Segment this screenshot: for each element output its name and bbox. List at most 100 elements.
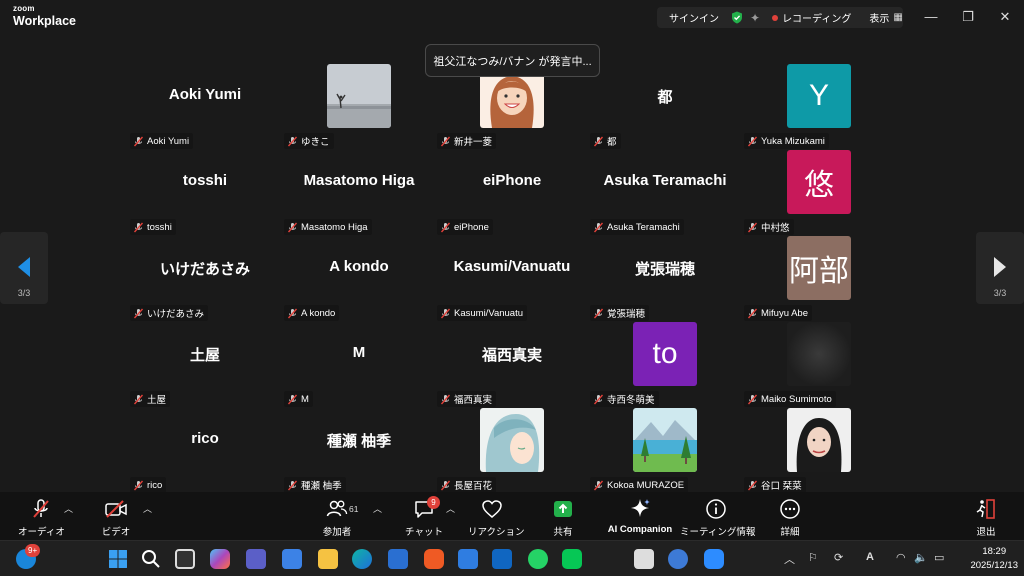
participant-name-label: Yuka Mizukami: [744, 133, 829, 149]
minimize-button[interactable]: —: [922, 8, 940, 26]
participant-tile[interactable]: Aoki Yumi Aoki Yumi: [130, 64, 280, 150]
mic-muted-icon: [593, 480, 604, 490]
ai-sparkle-icon[interactable]: ✦: [750, 11, 760, 25]
task-view-icon[interactable]: [175, 549, 195, 569]
mic-muted-icon: [747, 222, 758, 232]
mic-muted-icon: [593, 308, 604, 318]
mic-muted-icon: [287, 394, 298, 404]
video-label: ビデオ: [101, 527, 131, 538]
video-button[interactable]: ビデオ: [95, 498, 137, 538]
participant-avatar-photo: [633, 408, 697, 472]
participant-name: 谷口 栞菜: [761, 481, 802, 492]
participant-tile[interactable]: 福西真実 福西真実: [437, 322, 587, 408]
participant-tile[interactable]: MM: [284, 322, 434, 408]
tray-sync-icon[interactable]: ⟳: [834, 551, 843, 564]
participant-tile[interactable]: Maiko Sumimoto: [744, 322, 894, 408]
participant-tile[interactable]: eiPhone eiPhone: [437, 150, 587, 236]
app-orange-icon[interactable]: [424, 549, 444, 569]
participant-tile[interactable]: 土屋 土屋: [130, 322, 280, 408]
close-button[interactable]: ✕: [996, 8, 1014, 26]
participant-tile[interactable]: A kondo A kondo: [284, 236, 434, 322]
participants-icon: [326, 500, 348, 517]
more-button[interactable]: 詳細: [775, 498, 805, 538]
zoom-taskbar-icon[interactable]: [704, 549, 724, 569]
volume-icon[interactable]: 🔈: [914, 551, 928, 564]
participant-tile[interactable]: 阿部 Mifuyu Abe: [744, 236, 894, 322]
encryption-shield-icon[interactable]: [731, 11, 743, 24]
whatsapp-icon[interactable]: [528, 549, 548, 569]
active-speaker-toast: 祖父江なつみ/バナン が発言中...: [425, 44, 600, 77]
recording-dot-icon: [772, 14, 779, 21]
participant-tile[interactable]: 悠中村悠: [744, 150, 894, 236]
copilot-icon[interactable]: [210, 549, 230, 569]
audio-button[interactable]: オーディオ: [18, 498, 65, 538]
battery-icon[interactable]: ▭: [934, 551, 944, 564]
ime-indicator[interactable]: A: [866, 551, 874, 563]
participant-tile[interactable]: Kokoa MURAZOE: [590, 408, 740, 494]
ai-companion-button[interactable]: AI Companion: [604, 498, 676, 536]
video-options-caret-icon[interactable]: ︿: [143, 502, 152, 515]
ai-companion-label: AI Companion: [607, 524, 673, 535]
recording-status[interactable]: レコーディング: [782, 10, 851, 25]
store-icon[interactable]: [388, 549, 408, 569]
participant-tile[interactable]: to 寺西冬萌美: [590, 322, 740, 408]
system-clock[interactable]: 18:29 2025/12/13: [970, 545, 1018, 573]
participant-tile[interactable]: rico rico: [130, 408, 280, 494]
outlook-icon[interactable]: [492, 549, 512, 569]
participant-tile[interactable]: ゆきこ: [284, 64, 434, 150]
tray-overflow-icon[interactable]: ︿: [784, 551, 795, 567]
participant-tile[interactable]: Kasumi/Vanuatu Kasumi/Vanuatu: [437, 236, 587, 322]
participant-display-name: rico: [191, 430, 219, 447]
meeting-info-button[interactable]: ミーティング情報: [680, 498, 755, 538]
participant-tile[interactable]: 都都: [590, 64, 740, 150]
participants-caret-icon[interactable]: ︿: [373, 502, 382, 515]
wifi-icon[interactable]: ◠: [896, 551, 906, 564]
grid-view-icon[interactable]: ▦: [893, 12, 902, 23]
status-bar: サインイン ✦ レコーディング 表示 ▦: [657, 7, 903, 28]
app-blue-circle-icon[interactable]: [668, 549, 688, 569]
participant-name-label: rico: [130, 477, 167, 493]
participant-tile[interactable]: Y Yuka Mizukami: [744, 64, 894, 150]
mic-muted-icon: [440, 136, 451, 146]
participant-avatar-photo: [327, 64, 391, 128]
participant-tile[interactable]: tosshi tosshi: [130, 150, 280, 236]
windows-start-icon[interactable]: [108, 549, 128, 569]
participant-tile[interactable]: Asuka Teramachi Asuka Teramachi: [590, 150, 740, 236]
prev-page-button[interactable]: 3/3: [0, 232, 48, 304]
participant-display-name: 土屋: [189, 347, 220, 364]
audio-label: オーディオ: [18, 527, 65, 538]
participant-name-label: tosshi: [130, 219, 176, 235]
participant-tile[interactable]: 種瀬 柚季 種瀬 柚季: [284, 408, 434, 494]
reactions-button[interactable]: リアクション: [468, 498, 525, 538]
participant-name: tosshi: [147, 221, 172, 233]
mic-muted-icon: [133, 222, 144, 232]
file-explorer-icon[interactable]: [318, 549, 338, 569]
participant-tile[interactable]: 覚張瑞穂 覚張瑞穂: [590, 236, 740, 322]
maximize-button[interactable]: ❐: [959, 8, 977, 26]
7zip-icon[interactable]: [634, 549, 654, 569]
mic-muted-icon: [593, 394, 604, 404]
participant-display-name: Kasumi/Vanuatu: [453, 258, 571, 275]
chat-caret-icon[interactable]: ︿: [446, 502, 455, 515]
participant-tile[interactable]: 長屋百花: [437, 408, 587, 494]
view-button[interactable]: 表示: [869, 10, 889, 25]
leave-button[interactable]: 退出: [970, 498, 1002, 538]
participant-tile[interactable]: いけだあさみ いけだあさみ: [130, 236, 280, 322]
participant-name-label: A kondo: [284, 305, 340, 321]
tray-app-icon[interactable]: ⚐: [808, 551, 818, 564]
share-button[interactable]: 共有: [546, 498, 580, 538]
participant-tile[interactable]: Masatomo Higa Masatomo Higa: [284, 150, 434, 236]
participant-name: 種瀬 柚季: [301, 481, 342, 492]
next-page-button[interactable]: 3/3: [976, 232, 1024, 304]
edge-icon[interactable]: [352, 549, 372, 569]
todo-check-icon[interactable]: [458, 549, 478, 569]
line-icon[interactable]: [562, 549, 582, 569]
chat-button[interactable]: チャット 9: [405, 496, 443, 538]
audio-options-caret-icon[interactable]: ︿: [64, 502, 73, 515]
mail-icon[interactable]: [282, 549, 302, 569]
teams-icon[interactable]: [246, 549, 266, 569]
signin-link[interactable]: サインイン: [669, 10, 719, 25]
search-icon[interactable]: [141, 549, 161, 569]
participant-tile[interactable]: 谷口 栞菜: [744, 408, 894, 494]
mic-muted-icon: [747, 136, 758, 146]
